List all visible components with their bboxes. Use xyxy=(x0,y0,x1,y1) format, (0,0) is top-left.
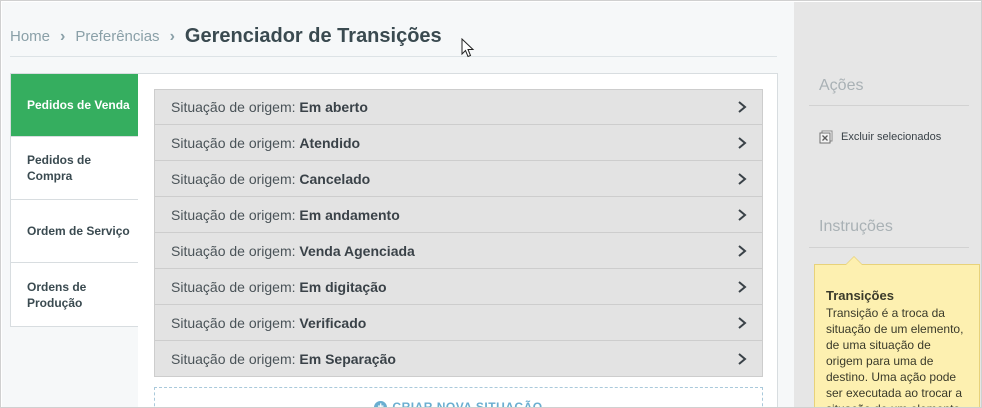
delete-selected-action[interactable]: Excluir selecionados xyxy=(819,130,941,144)
tab-label: Ordens de Produção xyxy=(27,279,87,310)
instructions-tooltip: Transições Transição é a troca da situaç… xyxy=(814,256,980,407)
origin-prefix: Situação de origem: xyxy=(171,99,300,115)
chevron-right-icon xyxy=(738,172,747,185)
right-sidebar: Ações Excluir selecionados Instruções Tr… xyxy=(794,2,981,407)
origin-status: Cancelado xyxy=(299,170,371,187)
create-status-text: CRIAR NOVA SITUAÇÃO xyxy=(392,400,543,408)
instructions-heading: Instruções xyxy=(819,218,893,235)
chevron-right-icon xyxy=(738,316,747,329)
page-title: Gerenciador de Transições xyxy=(184,25,442,47)
origin-status: Em Separação xyxy=(299,350,396,367)
transition-label: Situação de origem: Atendido xyxy=(171,135,360,151)
origin-status: Atendido xyxy=(299,134,361,151)
delete-selected-icon xyxy=(819,130,833,144)
origin-status: Venda Agenciada xyxy=(299,242,415,259)
transition-row[interactable]: Situação de origem: Venda Agenciada xyxy=(154,233,763,269)
tab-purchase-orders[interactable]: Pedidos de Compra xyxy=(11,137,138,200)
origin-prefix: Situação de origem: xyxy=(171,206,300,223)
transition-row[interactable]: Situação de origem: Em digitação xyxy=(154,269,763,305)
transition-row[interactable]: Situação de origem: Atendido xyxy=(154,125,763,161)
transition-label: Situação de origem: Venda Agenciada xyxy=(171,243,415,259)
app-frame: Home › Preferências › Gerenciador de Tra… xyxy=(0,0,982,408)
transition-row[interactable]: Situação de origem: Cancelado xyxy=(154,161,763,197)
transition-row[interactable]: Situação de origem: Verificado xyxy=(154,305,763,341)
tooltip-arrow xyxy=(845,256,863,265)
breadcrumb-preferences-link[interactable]: Preferências xyxy=(75,28,159,45)
origin-prefix: Situação de origem: xyxy=(171,170,300,187)
chevron-right-icon xyxy=(738,208,747,221)
mouse-pointer-icon xyxy=(461,38,475,58)
actions-heading: Ações xyxy=(819,77,864,94)
tooltip-body: Transição é a troca da situação de um el… xyxy=(826,306,964,407)
chevron-right-icon xyxy=(738,136,747,149)
transition-label: Situação de origem: Verificado xyxy=(171,315,366,331)
transition-list: Situação de origem: Em aberto Situação d… xyxy=(154,89,763,377)
divider xyxy=(809,105,969,106)
tab-production-orders[interactable]: Ordens de Produção xyxy=(11,263,138,326)
chevron-right-icon xyxy=(738,352,747,365)
tab-label: Ordem de Serviço xyxy=(27,224,130,238)
create-status-label: + CRIAR NOVA SITUAÇÃO xyxy=(374,398,543,408)
divider xyxy=(809,247,969,248)
tab-service-orders[interactable]: Ordem de Serviço xyxy=(11,200,138,263)
tooltip-title: Transições xyxy=(826,288,894,303)
tab-label: Pedidos de Compra xyxy=(27,153,92,183)
plus-circle-icon: + xyxy=(374,400,388,407)
breadcrumb: Home › Preferências › Gerenciador de Tra… xyxy=(10,23,777,57)
transition-row[interactable]: Situação de origem: Em Separação xyxy=(154,341,763,377)
breadcrumb-separator: › xyxy=(60,27,66,45)
breadcrumb-home-link[interactable]: Home xyxy=(10,28,50,45)
origin-status: Em digitação xyxy=(299,278,387,295)
breadcrumb-separator: › xyxy=(169,27,175,45)
origin-status: Em aberto xyxy=(299,99,368,115)
delete-selected-label: Excluir selecionados xyxy=(841,131,942,143)
chevron-right-icon xyxy=(738,280,747,293)
origin-prefix: Situação de origem: xyxy=(171,350,300,367)
origin-status: Em andamento xyxy=(299,206,400,223)
chevron-right-icon xyxy=(738,244,747,257)
origin-status: Verificado xyxy=(299,314,367,331)
create-status-button[interactable]: + CRIAR NOVA SITUAÇÃO xyxy=(154,387,763,408)
transition-label: Situação de origem: Em aberto xyxy=(171,99,368,115)
transition-label: Situação de origem: Em andamento xyxy=(171,207,400,223)
origin-prefix: Situação de origem: xyxy=(171,278,300,295)
module-tabs: Pedidos de Venda Pedidos de Compra Ordem… xyxy=(10,73,139,327)
transition-label: Situação de origem: Em digitação xyxy=(171,279,387,295)
origin-prefix: Situação de origem: xyxy=(171,242,300,259)
tab-sales-orders[interactable]: Pedidos de Venda xyxy=(11,74,138,137)
chevron-right-icon xyxy=(738,101,747,113)
transition-row[interactable]: Situação de origem: Em andamento xyxy=(154,197,763,233)
tab-label: Pedidos de Venda xyxy=(27,98,130,112)
transition-row[interactable]: Situação de origem: Em aberto xyxy=(154,89,763,125)
transition-label: Situação de origem: Em Separação xyxy=(171,351,396,367)
origin-prefix: Situação de origem: xyxy=(171,314,300,331)
origin-prefix: Situação de origem: xyxy=(171,134,300,151)
transition-label: Situação de origem: Cancelado xyxy=(171,171,370,187)
